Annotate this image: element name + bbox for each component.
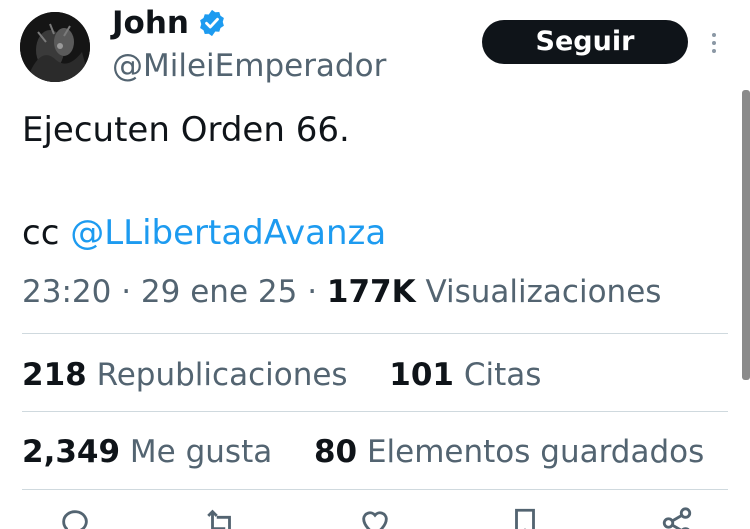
scrollbar[interactable]	[742, 90, 750, 380]
tweet-time[interactable]: 23:20	[22, 274, 111, 310]
views-label: Visualizaciones	[425, 274, 662, 310]
likes-stat[interactable]: 2,349 Me gusta	[22, 434, 282, 470]
bookmarks-label: Elementos guardados	[366, 434, 705, 470]
reposts-stat[interactable]: 218 Republicaciones	[22, 357, 357, 393]
meta-separator: ·	[121, 274, 132, 310]
views-count: 177K	[326, 274, 416, 310]
likes-bookmarks-stats: 2,349 Me gusta 80 Elementos guardados	[22, 432, 704, 472]
cc-prefix: cc	[22, 213, 60, 253]
meta-separator: ·	[307, 274, 318, 310]
quotes-stat[interactable]: 101 Citas	[389, 357, 541, 393]
tweet-meta: 23:20 · 29 ene 25 · 177K Visualizaciones	[22, 272, 661, 312]
divider	[22, 489, 728, 490]
bookmarks-count: 80	[313, 434, 358, 470]
avatar[interactable]	[20, 12, 90, 82]
quotes-count: 101	[389, 357, 454, 393]
tweet-date[interactable]: 29 ene 25	[141, 274, 297, 310]
author-handle[interactable]: @MileiEmperador	[112, 46, 386, 86]
likes-count: 2,349	[22, 434, 121, 470]
tweet-detail-screen: John @MileiEmperador Seguir Ejecuten Ord…	[0, 0, 750, 529]
repost-icon[interactable]	[204, 506, 238, 529]
reposts-label: Republicaciones	[96, 357, 348, 393]
follow-button[interactable]: Seguir	[482, 20, 688, 64]
tweet-text: Ejecuten Orden 66.	[22, 110, 350, 150]
bookmark-icon[interactable]	[508, 506, 542, 529]
likes-label: Me gusta	[129, 434, 273, 470]
reposts-count: 218	[22, 357, 87, 393]
mention-link[interactable]: @LLibertadAvanza	[70, 213, 386, 253]
like-icon[interactable]	[358, 506, 392, 529]
bookmarks-stat[interactable]: 80 Elementos guardados	[314, 434, 704, 470]
share-icon[interactable]	[660, 506, 694, 529]
more-vertical-icon[interactable]	[706, 28, 722, 58]
repost-quote-stats: 218 Republicaciones 101 Citas	[22, 355, 541, 395]
avatar-image	[20, 12, 90, 82]
verified-badge-icon	[197, 8, 227, 38]
quotes-label: Citas	[463, 357, 542, 393]
reply-icon[interactable]	[58, 506, 92, 529]
divider	[22, 333, 728, 334]
author-name[interactable]: John	[112, 3, 227, 43]
divider	[22, 411, 728, 412]
author-display-name[interactable]: John	[112, 3, 189, 43]
tweet-cc-line: cc @LLibertadAvanza	[22, 212, 386, 254]
